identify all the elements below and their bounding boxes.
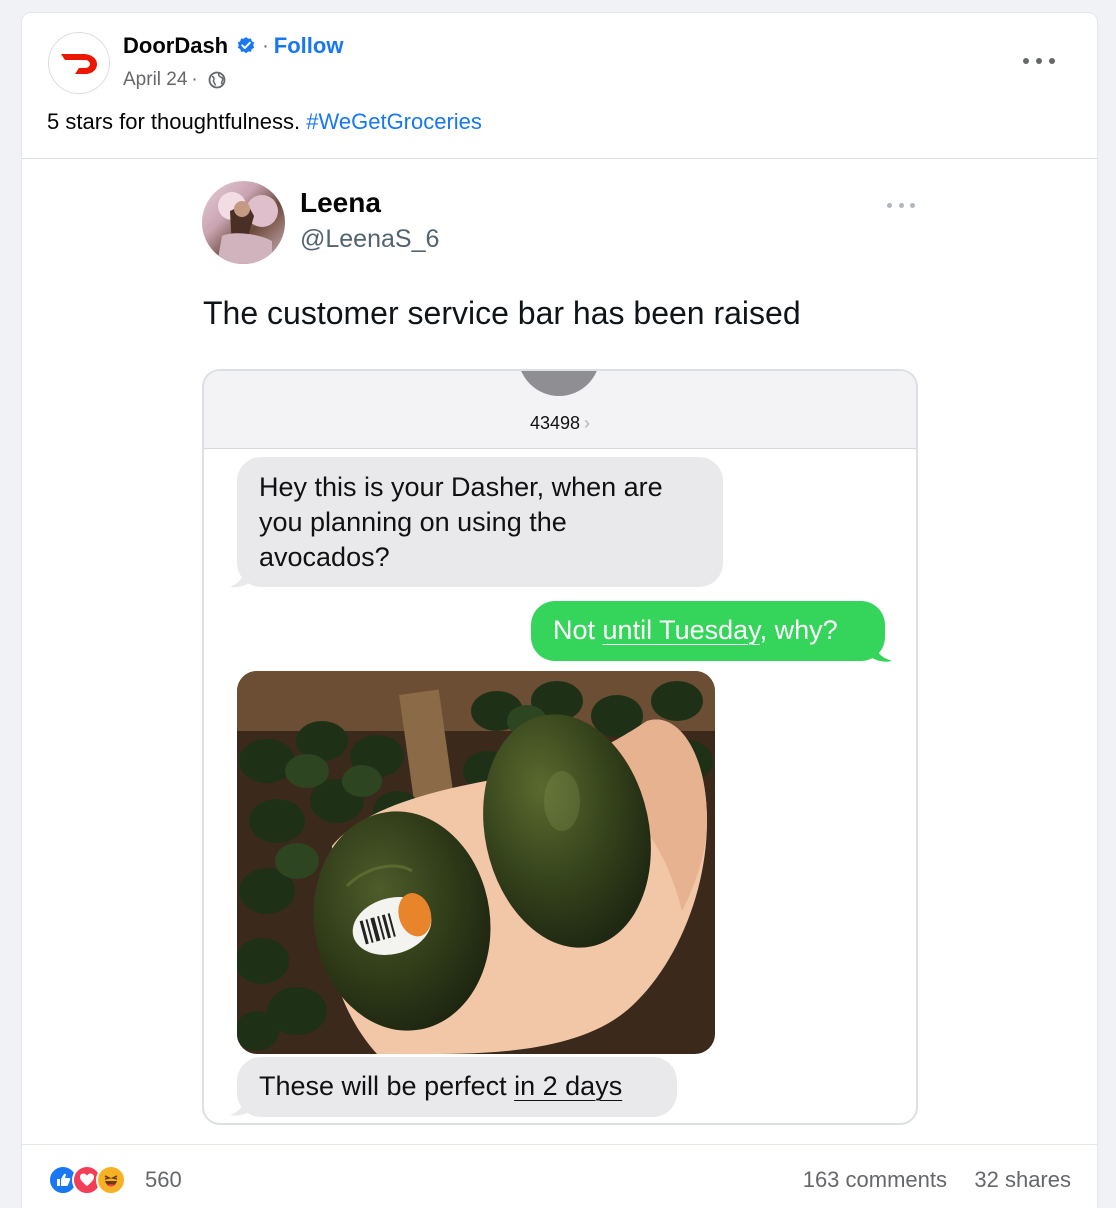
incoming-text-pre: These will be perfect <box>259 1071 515 1101</box>
tweet-text: The customer service bar has been raised <box>203 295 801 331</box>
reaction-count[interactable]: 560 <box>145 1167 182 1193</box>
post-date[interactable]: April 24 <box>123 69 187 91</box>
author-row: DoorDash · Follow <box>123 33 343 59</box>
reactions-bar: 560 163 comments 32 shares <box>22 1144 1097 1208</box>
date-separator: · <box>191 69 198 90</box>
tweet-avatar <box>202 181 285 264</box>
shares-count[interactable]: 32 shares <box>974 1167 1071 1193</box>
globe-icon <box>208 71 226 89</box>
tweet-author-handle: @LeenaS_6 <box>300 225 440 253</box>
embedded-tweet-image[interactable]: Leena @LeenaS_6 The customer service bar… <box>22 159 1097 1143</box>
reaction-icons[interactable] <box>48 1165 126 1195</box>
comments-count[interactable]: 163 comments <box>803 1167 947 1193</box>
sender-number-text: 43498 <box>529 413 581 433</box>
caption-text: 5 stars for thoughtfulness. <box>47 109 307 134</box>
outgoing-message: Not until Tuesday, why? <box>531 601 885 661</box>
doordash-logo[interactable] <box>48 32 110 94</box>
bubble-tail <box>230 567 254 588</box>
avocado-photo <box>237 671 715 1054</box>
post-card: DoorDash · Follow April 24 · 5 stars for… <box>21 12 1098 1208</box>
outgoing-text-post: , why? <box>759 615 838 645</box>
bubble-tail <box>230 1097 254 1116</box>
more-options-icon[interactable] <box>1023 51 1055 71</box>
haha-icon <box>96 1165 126 1195</box>
chevron-right-icon: › <box>584 413 591 433</box>
outgoing-text-pre: Not <box>553 615 603 645</box>
follow-button[interactable]: Follow <box>274 33 344 59</box>
tweet-more-icon <box>887 201 915 209</box>
incoming-message: These will be perfect in 2 days <box>237 1057 677 1117</box>
doordash-logo-icon <box>61 54 97 74</box>
author-name[interactable]: DoorDash <box>123 33 228 59</box>
sms-header: 43498 › <box>204 371 916 449</box>
separator: · <box>262 34 269 57</box>
incoming-text-link: in 2 days <box>514 1071 623 1101</box>
hashtag-link[interactable]: #WeGetGroceries <box>306 109 482 134</box>
sms-screenshot: 43498 › Hey this is your Dasher, when are… <box>202 369 918 1125</box>
verified-badge-icon <box>237 37 255 54</box>
post-header: DoorDash · Follow April 24 · 5 stars for… <box>22 13 1097 158</box>
contact-avatar-icon <box>517 371 601 397</box>
outgoing-text-link: until Tuesday <box>602 615 760 645</box>
post-meta: April 24 · <box>123 69 226 91</box>
sender-number: 43498 › <box>204 413 916 434</box>
post-caption: 5 stars for thoughtfulness. #WeGetGrocer… <box>47 109 482 135</box>
bubble-tail <box>868 643 892 662</box>
tweet-author-name: Leena <box>300 187 381 218</box>
incoming-message: Hey this is your Dasher, when are you pl… <box>237 457 723 587</box>
